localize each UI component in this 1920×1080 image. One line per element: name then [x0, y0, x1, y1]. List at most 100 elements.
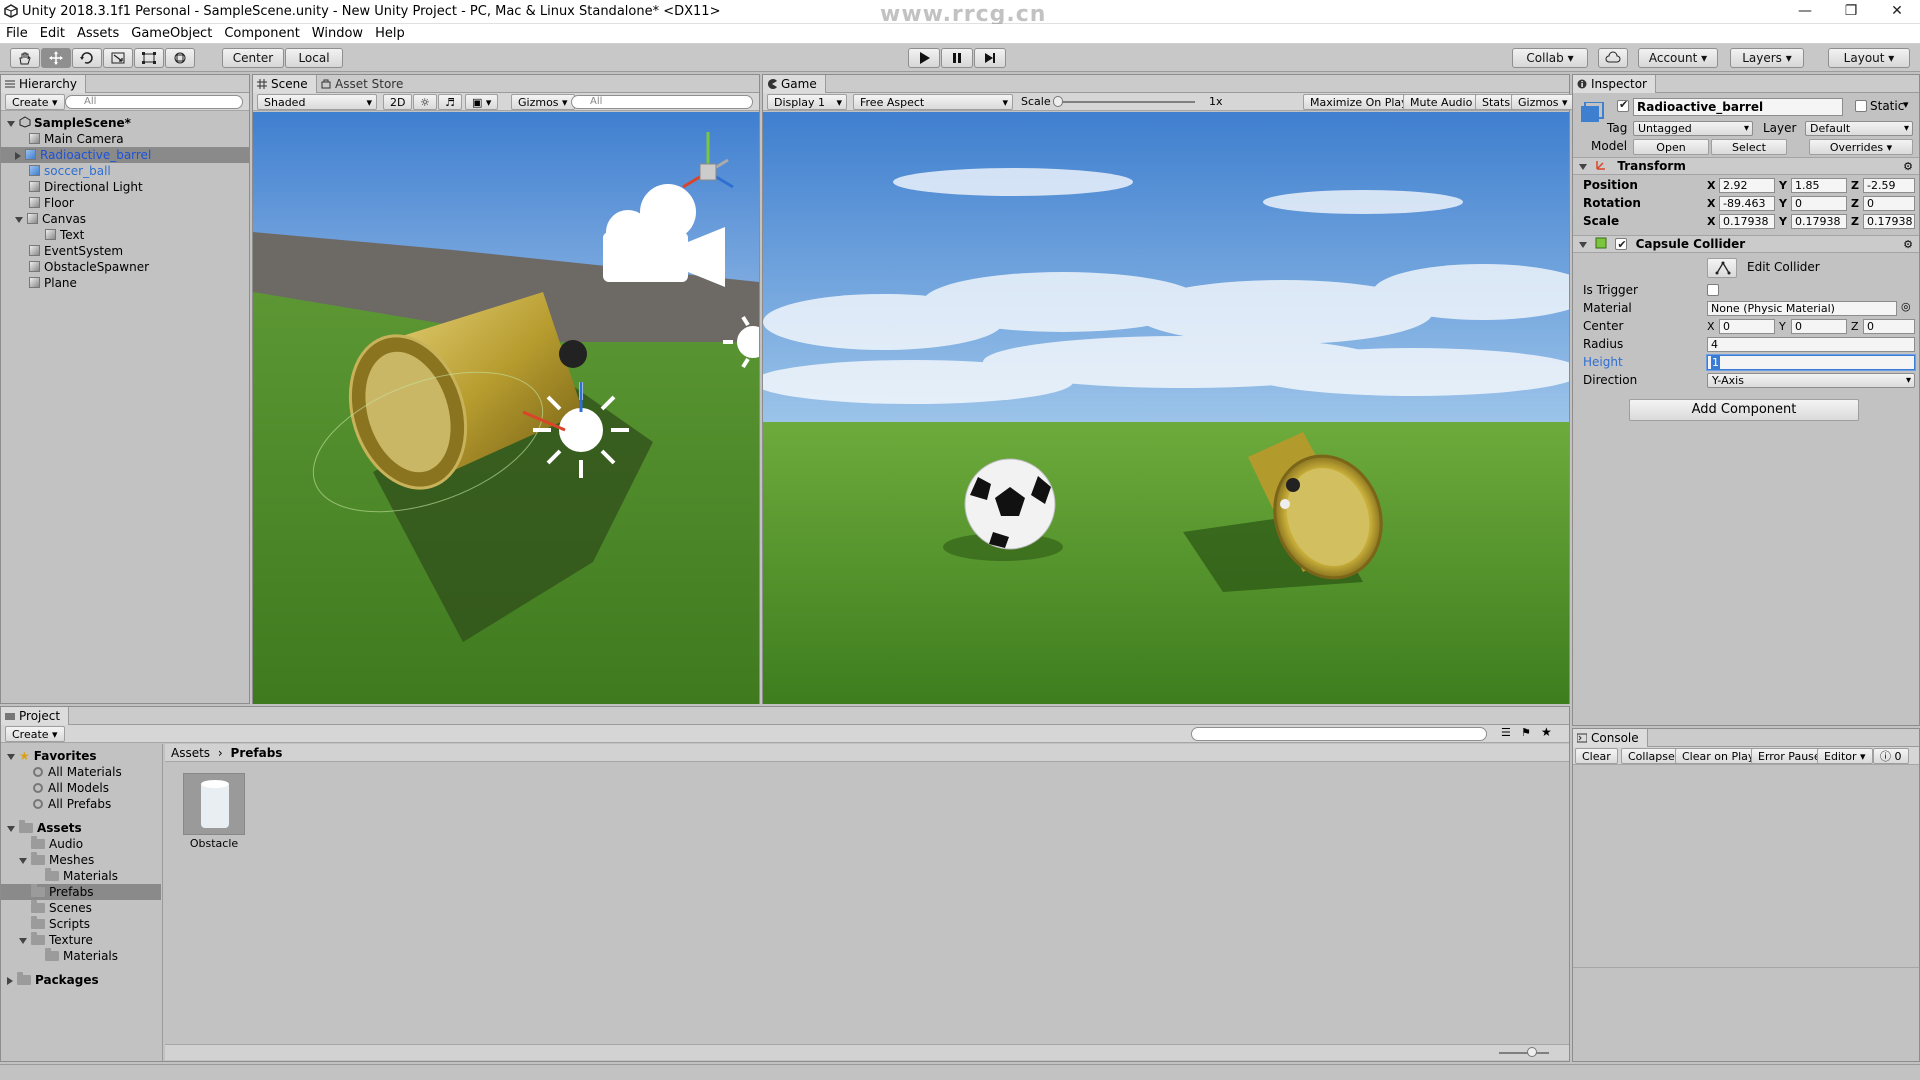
- hierarchy-create-button[interactable]: Create ▾: [5, 94, 65, 110]
- minimize-button[interactable]: —: [1782, 0, 1828, 24]
- hierarchy-item[interactable]: Floor: [1, 195, 249, 211]
- maximize-on-play-toggle[interactable]: Maximize On Play: [1303, 94, 1415, 110]
- tab-hierarchy[interactable]: Hierarchy: [1, 75, 87, 93]
- component-menu-gear-icon[interactable]: ⚙: [1903, 236, 1913, 253]
- assets-root-row[interactable]: Assets: [7, 820, 82, 836]
- cloud-button[interactable]: [1598, 48, 1628, 68]
- game-viewport[interactable]: [763, 112, 1569, 704]
- account-button[interactable]: Account ▾: [1638, 48, 1718, 68]
- object-name-field[interactable]: Radioactive_barrel: [1633, 98, 1843, 116]
- filter-label-icon[interactable]: ⚑: [1521, 726, 1531, 739]
- fav-all-models[interactable]: All Models: [33, 780, 109, 796]
- step-button[interactable]: [974, 48, 1006, 68]
- asset-folder-row[interactable]: Prefabs: [1, 884, 161, 900]
- position-y-field[interactable]: 1.85: [1791, 178, 1847, 193]
- hand-tool-button[interactable]: [10, 48, 40, 68]
- scene-gizmos-dropdown[interactable]: Gizmos ▾: [511, 94, 575, 110]
- asset-folder-row[interactable]: Meshes: [1, 852, 161, 868]
- rotation-z-field[interactable]: 0: [1863, 196, 1915, 211]
- shading-mode-dropdown[interactable]: Shaded ▾: [257, 94, 377, 110]
- menu-edit[interactable]: Edit: [34, 24, 71, 44]
- mode-2d-button[interactable]: 2D: [383, 94, 413, 110]
- asset-obstacle[interactable]: Obstacle: [179, 773, 249, 850]
- restore-button[interactable]: ❐: [1828, 0, 1874, 24]
- center-y-field[interactable]: 0: [1791, 319, 1847, 334]
- scale-tool-button[interactable]: [103, 48, 133, 68]
- select-model-button[interactable]: Select: [1711, 139, 1787, 155]
- hierarchy-item[interactable]: Canvas: [1, 211, 249, 227]
- layout-button[interactable]: Layout ▾: [1828, 48, 1910, 68]
- tab-asset-store[interactable]: Asset Store: [317, 75, 411, 93]
- project-search-input[interactable]: [1191, 727, 1487, 741]
- object-picker-icon[interactable]: ◎: [1901, 300, 1911, 313]
- thumbnail-size-thumb[interactable]: [1527, 1047, 1537, 1057]
- transform-tool-button[interactable]: [165, 48, 195, 68]
- chevron-down-icon[interactable]: ▾: [1903, 98, 1909, 111]
- tab-game[interactable]: Game: [763, 75, 826, 93]
- menu-gameobject[interactable]: GameObject: [125, 24, 218, 44]
- hierarchy-item[interactable]: Main Camera: [1, 131, 249, 147]
- tab-scene[interactable]: Scene: [253, 75, 317, 93]
- hierarchy-item[interactable]: Directional Light: [1, 179, 249, 195]
- tab-console[interactable]: Console: [1573, 729, 1648, 747]
- tab-inspector[interactable]: Inspector: [1573, 75, 1656, 93]
- tab-project[interactable]: Project: [1, 707, 70, 725]
- thumbnail-size-slider[interactable]: [1499, 1052, 1549, 1054]
- add-component-button[interactable]: Add Component: [1629, 399, 1859, 421]
- material-field[interactable]: None (Physic Material): [1707, 301, 1897, 316]
- scene-lighting-toggle[interactable]: ☼: [413, 94, 437, 110]
- asset-folder-row[interactable]: Materials: [1, 948, 161, 964]
- breadcrumb-assets[interactable]: Assets: [171, 746, 210, 760]
- layers-button[interactable]: Layers ▾: [1730, 48, 1804, 68]
- console-info-toggle[interactable]: ⓘ 0: [1873, 748, 1909, 764]
- component-menu-gear-icon[interactable]: ⚙: [1903, 158, 1913, 175]
- console-clear-button[interactable]: Clear: [1575, 748, 1618, 764]
- filter-type-icon[interactable]: ☰: [1501, 726, 1511, 739]
- fav-all-prefabs[interactable]: All Prefabs: [33, 796, 111, 812]
- console-collapse-button[interactable]: Collapse: [1621, 748, 1682, 764]
- play-button[interactable]: [908, 48, 940, 68]
- hierarchy-search-input[interactable]: All: [65, 95, 243, 109]
- height-field[interactable]: 1: [1707, 355, 1915, 370]
- hierarchy-item[interactable]: Plane: [1, 275, 249, 291]
- rotate-tool-button[interactable]: [72, 48, 102, 68]
- asset-folder-row[interactable]: Materials: [1, 868, 161, 884]
- rect-tool-button[interactable]: [134, 48, 164, 68]
- asset-folder-row[interactable]: Scenes: [1, 900, 161, 916]
- edit-collider-button[interactable]: [1707, 258, 1737, 278]
- center-z-field[interactable]: 0: [1863, 319, 1915, 334]
- game-gizmos-dropdown[interactable]: Gizmos ▾: [1511, 94, 1575, 110]
- menu-component[interactable]: Component: [218, 24, 305, 44]
- hierarchy-item[interactable]: ObstacleSpawner: [1, 259, 249, 275]
- expand-arrow-icon[interactable]: [15, 216, 23, 223]
- hierarchy-item[interactable]: soccer_ball: [1, 163, 249, 179]
- scene-audio-toggle[interactable]: ♬: [438, 94, 462, 110]
- radius-field[interactable]: 4: [1707, 337, 1915, 352]
- scale-y-field[interactable]: 0.17938: [1791, 214, 1847, 229]
- close-window-button[interactable]: ✕: [1874, 0, 1920, 24]
- asset-folder-row[interactable]: Audio: [1, 836, 161, 852]
- move-tool-button[interactable]: [41, 48, 71, 68]
- scale-x-field[interactable]: 0.17938: [1719, 214, 1775, 229]
- is-trigger-checkbox[interactable]: [1707, 284, 1719, 296]
- pivot-local-button[interactable]: Local: [285, 48, 343, 68]
- favorite-star-icon[interactable]: ★: [1541, 725, 1552, 739]
- transform-header[interactable]: Transform ⚙: [1573, 157, 1919, 175]
- open-model-button[interactable]: Open: [1633, 139, 1709, 155]
- mute-audio-toggle[interactable]: Mute Audio: [1403, 94, 1480, 110]
- layer-dropdown[interactable]: Default: [1805, 121, 1913, 136]
- capsule-collider-header[interactable]: Capsule Collider ⚙: [1573, 235, 1919, 253]
- menu-assets[interactable]: Assets: [71, 24, 125, 44]
- expand-arrow-icon[interactable]: [19, 857, 27, 864]
- collab-button[interactable]: Collab ▾: [1512, 48, 1588, 68]
- menu-window[interactable]: Window: [306, 24, 369, 44]
- active-checkbox[interactable]: [1617, 98, 1629, 112]
- capsule-enabled-checkbox[interactable]: [1615, 236, 1628, 253]
- scale-z-field[interactable]: 0.17938: [1863, 214, 1915, 229]
- breadcrumb-prefabs[interactable]: Prefabs: [231, 746, 283, 760]
- asset-folder-row[interactable]: Texture: [1, 932, 161, 948]
- scene-root[interactable]: SampleScene*: [7, 115, 131, 131]
- console-clear-on-play-button[interactable]: Clear on Play: [1675, 748, 1762, 764]
- hierarchy-item[interactable]: Radioactive_barrel: [1, 147, 249, 163]
- position-z-field[interactable]: -2.59: [1863, 178, 1915, 193]
